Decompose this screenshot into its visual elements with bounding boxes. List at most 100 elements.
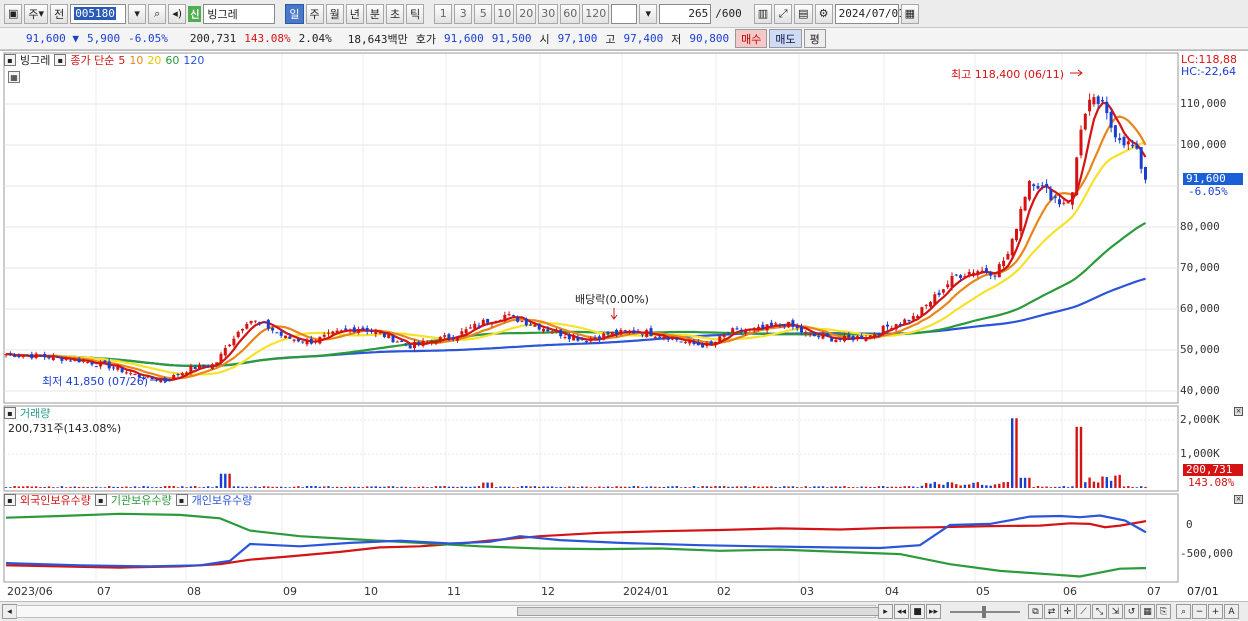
period-week-button[interactable]: 주 bbox=[305, 3, 324, 24]
zoom-in-icon[interactable]: + bbox=[1208, 604, 1223, 619]
trend-icon[interactable]: ⟋ bbox=[1076, 604, 1091, 619]
candle-body bbox=[486, 318, 490, 323]
volume-bar bbox=[727, 486, 730, 488]
volume-close-icon[interactable]: × bbox=[1234, 407, 1243, 416]
candle-body bbox=[1122, 136, 1126, 146]
eval-button[interactable]: 평 bbox=[803, 29, 826, 48]
period-minute-button[interactable]: 분 bbox=[365, 3, 385, 24]
copy-icon[interactable]: ⧉ bbox=[1028, 604, 1043, 619]
foreign-toggle-icon[interactable]: ▪ bbox=[4, 494, 16, 506]
interval-3-button[interactable]: 3 bbox=[454, 3, 473, 24]
individual-legend: 개인보유수량 bbox=[191, 494, 253, 507]
candle-body bbox=[1070, 192, 1074, 205]
auto-scale-icon[interactable]: A bbox=[1224, 604, 1239, 619]
volume-bar bbox=[808, 487, 812, 488]
date-input[interactable]: 2024/07/01 bbox=[834, 3, 905, 24]
high-price: 97,400 bbox=[623, 32, 664, 45]
volume-bar bbox=[138, 487, 141, 488]
period-day-button[interactable]: 일 bbox=[285, 3, 304, 24]
gear-icon[interactable]: ⚙ bbox=[814, 3, 833, 24]
scroll-left-icon[interactable]: ◂ bbox=[2, 604, 17, 619]
interval-120-button[interactable]: 120 bbox=[582, 3, 610, 24]
zoom-slider-handle[interactable] bbox=[982, 606, 986, 618]
interval-dropdown-icon[interactable]: ▾ bbox=[639, 3, 658, 24]
candle-body bbox=[464, 329, 468, 334]
calendar-icon[interactable]: ▦ bbox=[900, 3, 919, 24]
chart-area[interactable]: 2023/06 07 08 09 10 11 12 2024/01 02 03 04 05 06 07 ▪… bbox=[0, 50, 1248, 601]
volume-bar bbox=[224, 473, 227, 488]
institution-toggle-icon[interactable]: ▪ bbox=[94, 494, 107, 506]
candle-body bbox=[576, 336, 580, 341]
stock-name-field[interactable]: 빙그레 bbox=[203, 3, 276, 24]
candle-body bbox=[984, 268, 988, 273]
candle-body bbox=[903, 319, 907, 325]
prev-button[interactable]: 전 bbox=[50, 3, 69, 24]
volume-bar bbox=[946, 482, 949, 488]
candle-body bbox=[404, 343, 408, 345]
play-icon[interactable]: ▸▸ bbox=[926, 604, 941, 619]
interval-60-button[interactable]: 60 bbox=[560, 3, 581, 24]
volume-bar bbox=[249, 487, 253, 488]
display-count-input[interactable]: 265 bbox=[659, 3, 712, 24]
table-view-icon[interactable]: ▦ bbox=[8, 71, 20, 83]
period-second-button[interactable]: 초 bbox=[386, 3, 405, 24]
zoom-search-icon[interactable]: ⌕ bbox=[1176, 604, 1191, 619]
fit-icon[interactable]: ⇲ bbox=[1108, 604, 1123, 619]
low-label: 저 bbox=[671, 32, 682, 46]
stop-icon[interactable]: ■ bbox=[910, 604, 925, 619]
interval-30-button[interactable]: 30 bbox=[538, 3, 559, 24]
legend-toggle-icon[interactable]: ▪ bbox=[4, 54, 16, 66]
volume-bar bbox=[512, 487, 515, 488]
interval-10-button[interactable]: 10 bbox=[494, 3, 515, 24]
chart-scrollbar[interactable]: ◂ ▸ ◂◂ ■ ▸▸ ⧉ ⇄ ✛ ⟋ ⤡ ⇲ ↺ ▦ ⎘ ⌕ − + A bbox=[0, 601, 1248, 621]
current-price-tag: 91,600 bbox=[1183, 173, 1243, 185]
buy-button[interactable]: 매수 bbox=[735, 29, 768, 48]
volume-bar bbox=[1084, 482, 1087, 488]
custom-interval-input[interactable] bbox=[611, 3, 638, 24]
reset-icon[interactable]: ↺ bbox=[1124, 604, 1139, 619]
volume-toggle-icon[interactable]: ▪ bbox=[4, 407, 16, 419]
volume-bar bbox=[202, 487, 205, 488]
holder-close-icon[interactable]: × bbox=[1234, 495, 1243, 504]
interval-5-button[interactable]: 5 bbox=[474, 3, 493, 24]
grid-toggle-icon[interactable]: ▦ bbox=[1140, 604, 1155, 619]
draw-tool-icon[interactable]: ⤢ bbox=[774, 3, 793, 24]
candle-type-icon[interactable]: ▥ bbox=[753, 3, 773, 24]
rewind-icon[interactable]: ◂◂ bbox=[894, 604, 909, 619]
price-tick-110000: 110,000 bbox=[1180, 97, 1227, 110]
individual-toggle-icon[interactable]: ▪ bbox=[175, 494, 188, 506]
search-icon[interactable]: ⌕ bbox=[148, 3, 167, 24]
scroll-track[interactable] bbox=[16, 605, 887, 618]
scale-icon[interactable]: ⤡ bbox=[1092, 604, 1107, 619]
candle-body bbox=[1062, 202, 1066, 204]
volume-bar bbox=[851, 487, 855, 488]
export-icon[interactable]: ⎘ bbox=[1156, 604, 1171, 619]
legend-ma-toggle-icon[interactable]: ▪ bbox=[54, 54, 67, 66]
candle-body bbox=[890, 328, 894, 330]
scroll-right-icon[interactable]: ▸ bbox=[878, 604, 893, 619]
speaker-icon[interactable]: ◂) bbox=[168, 3, 187, 24]
interval-20-button[interactable]: 20 bbox=[516, 3, 537, 24]
candle-body bbox=[38, 355, 42, 357]
scroll-thumb[interactable] bbox=[517, 607, 887, 616]
zoom-out-icon[interactable]: − bbox=[1192, 604, 1207, 619]
market-type-select[interactable]: 주 ▾ bbox=[24, 3, 49, 24]
stock-code-input[interactable]: 005180 bbox=[70, 3, 127, 24]
interval-1-button[interactable]: 1 bbox=[434, 3, 453, 24]
save-icon[interactable]: ▤ bbox=[794, 3, 813, 24]
crosshair-icon[interactable]: ✛ bbox=[1060, 604, 1075, 619]
volume-bar bbox=[464, 486, 468, 488]
pan-icon[interactable]: ⇄ bbox=[1044, 604, 1059, 619]
candle-body bbox=[1105, 101, 1109, 114]
period-year-button[interactable]: 년 bbox=[345, 3, 364, 24]
period-month-button[interactable]: 월 bbox=[325, 3, 344, 24]
sell-button[interactable]: 매도 bbox=[769, 29, 802, 48]
chart-canvas[interactable]: 2023/06 07 08 09 10 11 12 2024/01 02 03 04 05 06 07 bbox=[0, 51, 1248, 602]
code-dropdown-icon[interactable]: ▾ bbox=[128, 3, 147, 24]
candle-body bbox=[322, 334, 326, 337]
layout-icon[interactable]: ▣ bbox=[4, 3, 23, 24]
volume-bar bbox=[378, 486, 382, 488]
volume-bar bbox=[434, 486, 438, 488]
candle-body bbox=[731, 328, 735, 333]
period-tick-button[interactable]: 틱 bbox=[406, 3, 425, 24]
